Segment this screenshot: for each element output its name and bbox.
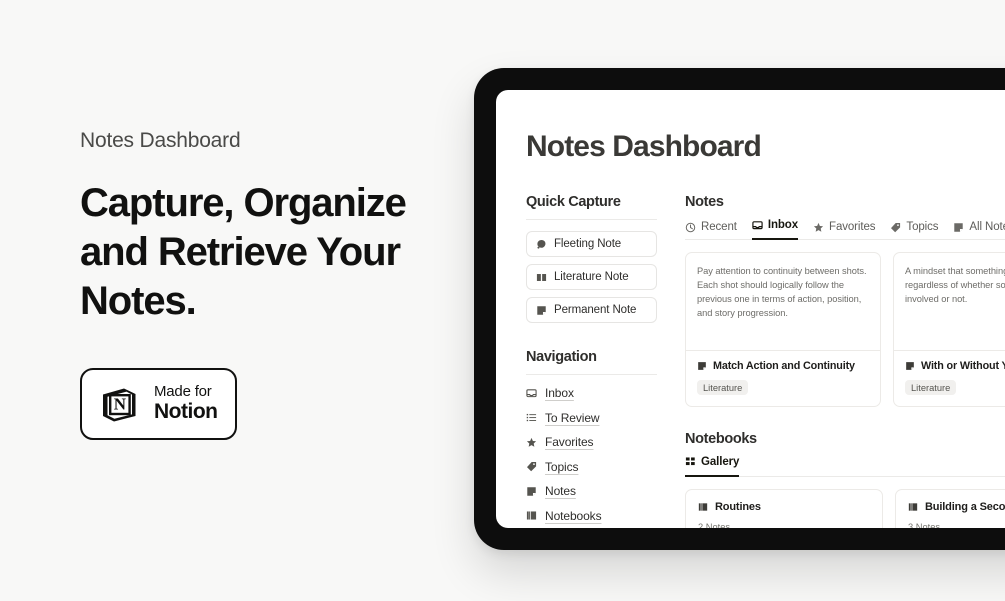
promo-eyebrow: Notes Dashboard (80, 129, 241, 152)
star-icon (526, 437, 537, 448)
note-card[interactable]: A mindset that something will happen reg… (893, 252, 1005, 407)
note-footer: With or Without You Energy Literature (894, 350, 1005, 406)
tab-inbox[interactable]: Inbox (751, 219, 799, 240)
blob-icon (536, 239, 547, 250)
tablet-device: Notes Dashboard Quick Capture Fleeting N… (474, 68, 1005, 550)
grid-icon (685, 456, 696, 467)
tag-icon (526, 461, 537, 472)
note-footer: Match Action and Continuity Literature (686, 350, 880, 406)
open-book-icon (536, 272, 547, 283)
tab-gallery[interactable]: Gallery (685, 456, 739, 477)
sidebar-item-to-review[interactable]: To Review (526, 411, 657, 425)
navigation-heading: Navigation (526, 349, 597, 365)
note-title-row: With or Without You Energy (905, 360, 1005, 372)
tag-icon (890, 222, 901, 233)
badge-text: Made for Notion (154, 383, 218, 423)
notebooks-section: Notebooks Gallery Routines 2 Notes Build… (685, 430, 1005, 529)
note-title-row: Match Action and Continuity (697, 360, 869, 372)
sidebar-item-notes[interactable]: Notes (526, 484, 657, 498)
promo-headline: Capture, Organize and Retrieve Your Note… (80, 181, 407, 323)
notebook-note-count: 2 Notes (698, 521, 731, 529)
badge-made-for: Made for (154, 383, 212, 401)
notebooks-tabs: Gallery (685, 456, 1005, 477)
tab-label: Favorites (829, 221, 876, 233)
quick-capture-fleeting-note[interactable]: Fleeting Note (526, 231, 657, 257)
notebook-card[interactable]: Building a Second Brain 3 Notes (895, 488, 1005, 529)
quick-capture-label: Permanent Note (554, 304, 637, 316)
books-icon (698, 502, 708, 512)
tab-all-notes[interactable]: All Notes (953, 221, 1005, 240)
notebook-title-row: Building a Second Brain (908, 501, 1005, 513)
star-icon (813, 222, 824, 233)
made-for-notion-badge[interactable]: N Made for Notion (80, 367, 238, 440)
svg-text:N: N (114, 394, 127, 413)
note-card[interactable]: Pay attention to continuity between shot… (685, 252, 881, 407)
clock-icon (685, 222, 696, 233)
page-icon (905, 361, 915, 371)
page-title: Notes Dashboard (526, 130, 762, 163)
books-icon (526, 510, 537, 521)
page-icon (536, 305, 547, 316)
divider (526, 374, 657, 375)
page-icon (953, 222, 964, 233)
tablet-screen: Notes Dashboard Quick Capture Fleeting N… (496, 90, 1005, 528)
sidebar-item-favorites[interactable]: Favorites (526, 435, 657, 449)
books-icon (908, 502, 918, 512)
promo-panel: Notes Dashboard Capture, Organize and Re… (80, 128, 450, 440)
note-body: Pay attention to continuity between shot… (697, 266, 867, 319)
notion-cube-icon: N (97, 382, 141, 426)
main-content: Notes Recent Inbox Favorites Topics All … (685, 194, 1005, 528)
tab-label: All Notes (969, 221, 1005, 233)
tab-label: Gallery (701, 455, 740, 468)
sidebar-item-label: Favorites (545, 435, 594, 449)
tab-recent[interactable]: Recent (685, 221, 737, 240)
sidebar-item-notebooks[interactable]: Notebooks (526, 509, 657, 523)
page-root: Notes Dashboard Capture, Organize and Re… (0, 0, 1005, 601)
sidebar-item-label: To Review (545, 410, 600, 425)
sidebar-item-topics[interactable]: Topics (526, 460, 657, 474)
badge-brand: Notion (154, 399, 218, 423)
note-title: Match Action and Continuity (713, 360, 855, 372)
notebook-card[interactable]: Routines 2 Notes (685, 488, 883, 529)
tab-favorites[interactable]: Favorites (813, 221, 876, 240)
navigation-section: Navigation Inbox To Review Favorites Top… (526, 349, 657, 528)
notebook-title: Building a Second Brain (925, 500, 1005, 513)
sidebar-item-label: Inbox (545, 386, 574, 400)
notes-heading: Notes (685, 194, 724, 210)
sidebar: Quick Capture Fleeting Note Literature N… (526, 194, 657, 528)
page-icon (526, 486, 537, 497)
notes-card-list: Pay attention to continuity between shot… (685, 252, 1005, 407)
notebooks-card-list: Routines 2 Notes Building a Seco 3 Notes (685, 488, 1005, 529)
inbox-icon (752, 220, 763, 231)
sidebar-item-inbox[interactable]: Inbox (526, 386, 657, 400)
notebook-title-row: Routines (698, 501, 870, 513)
tab-label: Inbox (767, 219, 799, 231)
note-title: With or Without You Energy (921, 360, 1005, 372)
divider (526, 219, 657, 220)
quick-capture-label: Literature Note (554, 271, 629, 283)
status-badge: Literature (905, 380, 957, 395)
quick-capture-label: Fleeting Note (554, 238, 622, 250)
note-body: A mindset that something will happen reg… (905, 266, 1005, 305)
inbox-icon (526, 388, 537, 399)
sidebar-item-label: Notebooks (545, 508, 602, 523)
tab-label: Topics (906, 221, 939, 233)
sidebar-item-label: Topics (545, 459, 579, 474)
page-icon (697, 361, 707, 371)
notebook-title: Routines (715, 500, 761, 513)
status-badge: Literature (697, 380, 749, 395)
quick-capture-permanent-note[interactable]: Permanent Note (526, 297, 657, 323)
quick-capture-heading: Quick Capture (526, 194, 621, 210)
notes-tabs: Recent Inbox Favorites Topics All Not (685, 219, 1005, 240)
notebook-note-count: 3 Notes (908, 521, 941, 529)
notebooks-heading: Notebooks (685, 430, 757, 447)
quick-capture-literature-note[interactable]: Literature Note (526, 264, 657, 290)
tab-topics[interactable]: Topics (890, 221, 939, 240)
list-icon (526, 412, 537, 423)
tab-label: Recent (701, 221, 737, 233)
sidebar-item-label: Notes (545, 484, 576, 498)
